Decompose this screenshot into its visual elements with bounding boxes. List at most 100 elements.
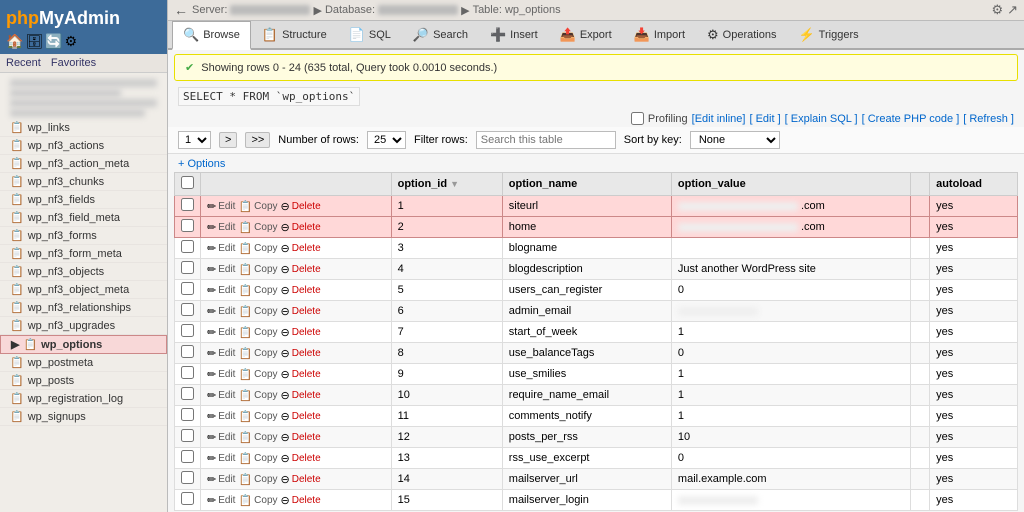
edit-button[interactable]: Edit <box>218 432 235 443</box>
delete-button[interactable]: Delete <box>292 222 321 233</box>
refresh-icon[interactable]: 🔄 <box>45 33 62 50</box>
select-all-checkbox[interactable] <box>181 176 194 189</box>
copy-button[interactable]: Copy <box>254 264 277 275</box>
copy-button[interactable]: Copy <box>254 411 277 422</box>
tab-insert[interactable]: ➕ Insert <box>479 21 549 48</box>
row-checkbox[interactable] <box>181 429 194 442</box>
tab-operations[interactable]: ⚙ Operations <box>696 21 787 48</box>
sidebar-item-wp-signups[interactable]: 📋 wp_signups <box>0 408 167 426</box>
copy-button[interactable]: Copy <box>254 222 277 233</box>
col-option-value[interactable]: option_value <box>671 173 910 196</box>
tab-export[interactable]: 📤 Export <box>549 21 623 48</box>
copy-button[interactable]: Copy <box>254 390 277 401</box>
edit-button[interactable]: Edit <box>218 264 235 275</box>
delete-button[interactable]: Delete <box>292 411 321 422</box>
edit-button[interactable]: Edit <box>218 390 235 401</box>
col-option-id[interactable]: option_id ▼ <box>391 173 502 196</box>
edit-button[interactable]: Edit <box>218 201 235 212</box>
row-checkbox[interactable] <box>181 492 194 505</box>
delete-button[interactable]: Delete <box>292 285 321 296</box>
sidebar-item-wp-nf3-fields[interactable]: 📋 wp_nf3_fields <box>0 191 167 209</box>
tab-import[interactable]: 📥 Import <box>623 21 696 48</box>
sidebar-item-wp-nf3-upgrades[interactable]: 📋 wp_nf3_upgrades <box>0 317 167 335</box>
explain-sql-link[interactable]: [ Explain SQL ] <box>785 113 858 125</box>
delete-button[interactable]: Delete <box>292 369 321 380</box>
edit-inline-link[interactable]: [Edit inline] <box>692 113 746 125</box>
copy-button[interactable]: Copy <box>254 453 277 464</box>
external-icon[interactable]: ↗ <box>1007 2 1018 18</box>
options-link[interactable]: + Options <box>178 158 225 170</box>
row-checkbox[interactable] <box>181 282 194 295</box>
settings-icon[interactable]: ⚙ <box>65 33 78 50</box>
delete-button[interactable]: Delete <box>292 201 321 212</box>
delete-button[interactable]: Delete <box>292 264 321 275</box>
sidebar-item-wp-nf3-field-meta[interactable]: 📋 wp_nf3_field_meta <box>0 209 167 227</box>
last-page-button[interactable]: >> <box>245 132 270 148</box>
edit-button[interactable]: Edit <box>218 474 235 485</box>
edit-button[interactable]: Edit <box>218 327 235 338</box>
sidebar-item-wp-registration-log[interactable]: 📋 wp_registration_log <box>0 390 167 408</box>
page-select[interactable]: 1 <box>178 131 211 149</box>
copy-button[interactable]: Copy <box>254 495 277 506</box>
db-icon[interactable]: 🗄 <box>25 33 43 50</box>
create-php-link[interactable]: [ Create PHP code ] <box>862 113 960 125</box>
sidebar-item-wp-nf3-objects[interactable]: 📋 wp_nf3_objects <box>0 263 167 281</box>
delete-button[interactable]: Delete <box>292 474 321 485</box>
edit-button[interactable]: Edit <box>218 285 235 296</box>
tab-browse[interactable]: 🔍 Browse <box>172 21 251 50</box>
sidebar-item-wp-links[interactable]: 📋 wp_links <box>0 119 167 137</box>
next-page-button[interactable]: > <box>219 132 237 148</box>
edit-link[interactable]: [ Edit ] <box>749 113 780 125</box>
tab-triggers[interactable]: ⚡ Triggers <box>787 21 869 48</box>
sidebar-item-wp-options[interactable]: ▶ 📋 wp_options <box>0 335 167 354</box>
copy-button[interactable]: Copy <box>254 348 277 359</box>
gear-icon[interactable]: ⚙ <box>991 2 1003 18</box>
copy-button[interactable]: Copy <box>254 327 277 338</box>
edit-button[interactable]: Edit <box>218 306 235 317</box>
home-icon[interactable]: 🏠 <box>6 33 23 50</box>
delete-button[interactable]: Delete <box>292 432 321 443</box>
rows-per-page-select[interactable]: 25 <box>367 131 406 149</box>
row-checkbox[interactable] <box>181 345 194 358</box>
edit-button[interactable]: Edit <box>218 348 235 359</box>
sidebar-item-wp-posts[interactable]: 📋 wp_posts <box>0 372 167 390</box>
sidebar-item-wp-nf3-object-meta[interactable]: 📋 wp_nf3_object_meta <box>0 281 167 299</box>
sidebar-item-wp-postmeta[interactable]: 📋 wp_postmeta <box>0 354 167 372</box>
back-button[interactable]: ← <box>174 2 188 18</box>
edit-button[interactable]: Edit <box>218 411 235 422</box>
sidebar-item-wp-nf3-action-meta[interactable]: 📋 wp_nf3_action_meta <box>0 155 167 173</box>
row-checkbox[interactable] <box>181 450 194 463</box>
sidebar-item-wp-nf3-actions[interactable]: 📋 wp_nf3_actions <box>0 137 167 155</box>
sidebar-item-wp-nf3-forms[interactable]: 📋 wp_nf3_forms <box>0 227 167 245</box>
tab-sql[interactable]: 📄 SQL <box>338 21 402 48</box>
edit-button[interactable]: Edit <box>218 495 235 506</box>
copy-button[interactable]: Copy <box>254 306 277 317</box>
copy-button[interactable]: Copy <box>254 201 277 212</box>
favorites-link[interactable]: Favorites <box>51 57 96 69</box>
recent-link[interactable]: Recent <box>6 57 41 69</box>
delete-button[interactable]: Delete <box>292 453 321 464</box>
copy-button[interactable]: Copy <box>254 369 277 380</box>
copy-button[interactable]: Copy <box>254 243 277 254</box>
tab-search[interactable]: 🔎 Search <box>402 21 479 48</box>
row-checkbox[interactable] <box>181 471 194 484</box>
row-checkbox[interactable] <box>181 240 194 253</box>
sidebar-item-wp-nf3-relationships[interactable]: 📋 wp_nf3_relationships <box>0 299 167 317</box>
row-checkbox[interactable] <box>181 408 194 421</box>
sort-select[interactable]: None <box>690 131 780 149</box>
col-autoload[interactable]: autoload <box>930 173 1018 196</box>
col-option-name[interactable]: option_name <box>502 173 671 196</box>
filter-input[interactable] <box>476 131 616 149</box>
delete-button[interactable]: Delete <box>292 327 321 338</box>
row-checkbox[interactable] <box>181 198 194 211</box>
delete-button[interactable]: Delete <box>292 243 321 254</box>
refresh-link[interactable]: [ Refresh ] <box>963 113 1014 125</box>
row-checkbox[interactable] <box>181 324 194 337</box>
row-checkbox[interactable] <box>181 366 194 379</box>
sidebar-item-wp-nf3-form-meta[interactable]: 📋 wp_nf3_form_meta <box>0 245 167 263</box>
row-checkbox[interactable] <box>181 387 194 400</box>
sidebar-item-wp-nf3-chunks[interactable]: 📋 wp_nf3_chunks <box>0 173 167 191</box>
profiling-checkbox[interactable] <box>631 112 644 125</box>
edit-button[interactable]: Edit <box>218 243 235 254</box>
tab-structure[interactable]: 📋 Structure <box>251 21 338 48</box>
